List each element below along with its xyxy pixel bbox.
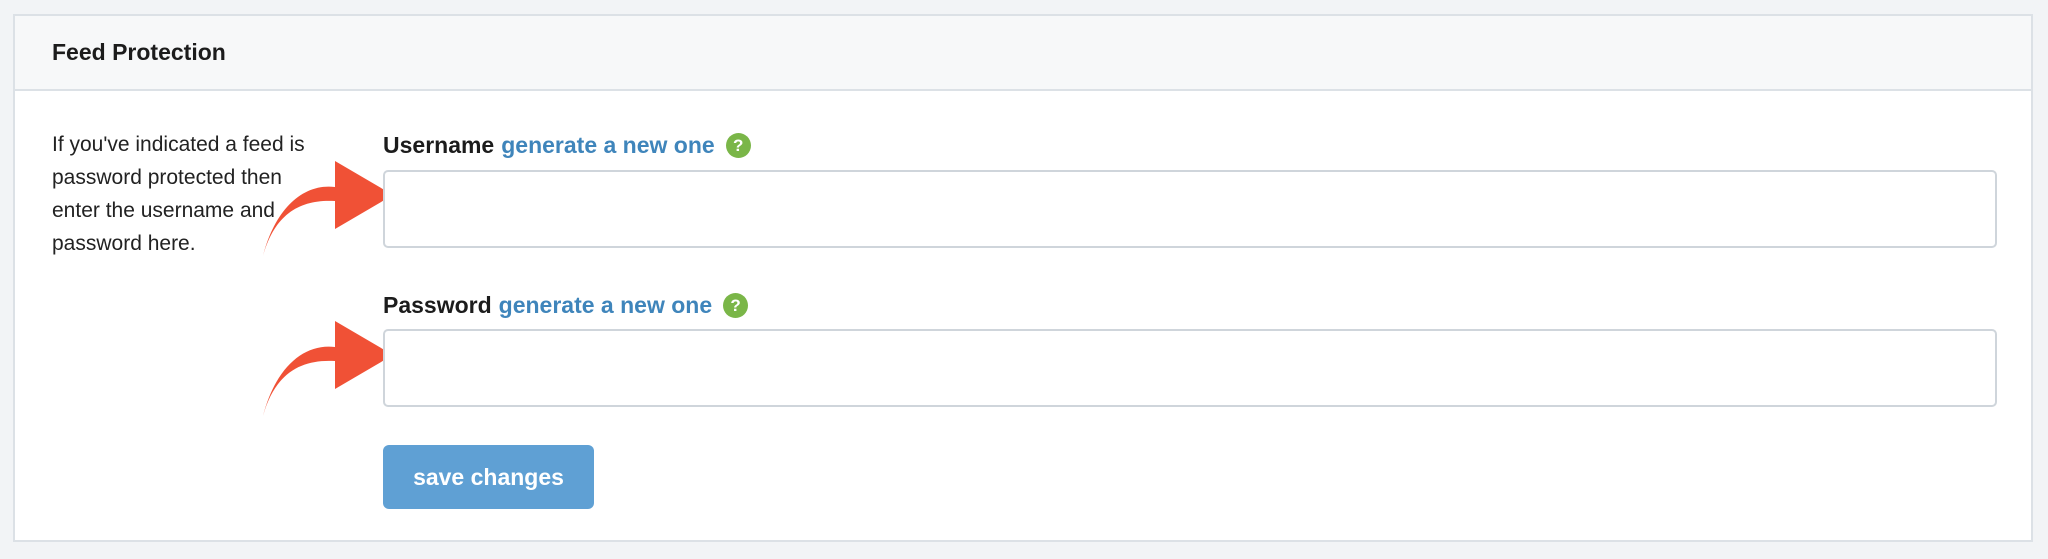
username-input[interactable] bbox=[383, 170, 1997, 248]
annotation-arrow-icon bbox=[263, 321, 393, 416]
username-label: Username bbox=[383, 132, 495, 158]
panel-header: Feed Protection bbox=[15, 16, 2031, 91]
password-label-row: Password generate a new one ? bbox=[383, 292, 749, 319]
password-label: Password bbox=[383, 292, 492, 318]
username-label-row: Username generate a new one ? bbox=[383, 132, 751, 159]
generate-password-link[interactable]: generate a new one bbox=[499, 292, 712, 319]
username-help-icon[interactable]: ? bbox=[725, 133, 751, 158]
password-help-icon[interactable]: ? bbox=[723, 293, 749, 318]
feed-protection-panel: Feed Protection If you've indicated a fe… bbox=[13, 14, 2033, 542]
panel-title: Feed Protection bbox=[52, 39, 226, 65]
generate-username-link[interactable]: generate a new one bbox=[501, 132, 714, 159]
save-changes-button[interactable]: save changes bbox=[383, 445, 594, 509]
annotation-arrow-icon bbox=[263, 161, 393, 256]
password-input[interactable] bbox=[383, 329, 1997, 407]
